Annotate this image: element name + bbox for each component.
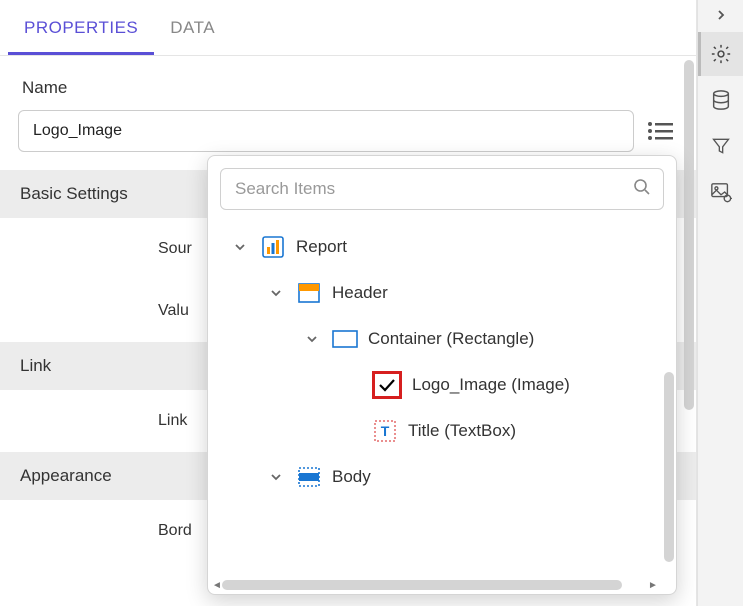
- chevron-down-icon[interactable]: [266, 283, 286, 303]
- header-icon: [296, 281, 322, 305]
- filter-rail-button[interactable]: [698, 124, 743, 168]
- tree-node-header[interactable]: Header: [212, 270, 670, 316]
- tree-node-report[interactable]: Report: [212, 224, 670, 270]
- scroll-right-arrow[interactable]: ►: [646, 578, 660, 592]
- textbox-icon: T: [372, 419, 398, 443]
- tree-label: Logo_Image (Image): [412, 375, 570, 395]
- tree-label: Container (Rectangle): [368, 329, 534, 349]
- search-box: [220, 168, 664, 210]
- data-rail-button[interactable]: [698, 78, 743, 122]
- popup-vertical-scrollbar[interactable]: [664, 372, 674, 562]
- panel-tabs: PROPERTIES DATA: [0, 0, 696, 56]
- name-input[interactable]: [18, 110, 634, 152]
- name-label: Name: [22, 78, 674, 98]
- settings-rail-button[interactable]: [698, 32, 743, 76]
- chevron-down-icon[interactable]: [266, 467, 286, 487]
- tree-node-title[interactable]: T Title (TextBox): [212, 408, 670, 454]
- image-settings-rail-button[interactable]: [698, 170, 743, 214]
- checkmark-selected-icon: [372, 371, 402, 399]
- expand-rail-button[interactable]: [698, 0, 743, 30]
- side-rail: [697, 0, 743, 606]
- svg-text:T: T: [381, 423, 390, 439]
- body-icon: [296, 465, 322, 489]
- item-tree: Report Header Container: [208, 218, 676, 594]
- chevron-down-icon[interactable]: [302, 329, 322, 349]
- popup-horizontal-scrollbar[interactable]: [222, 580, 622, 590]
- tree-label: Title (TextBox): [408, 421, 516, 441]
- name-row: [18, 110, 678, 152]
- search-input[interactable]: [233, 178, 633, 200]
- item-tree-popup: Report Header Container: [207, 155, 677, 595]
- tree-label: Body: [332, 467, 371, 487]
- tree-label: Report: [296, 237, 347, 257]
- tree-node-container[interactable]: Container (Rectangle): [212, 316, 670, 362]
- tab-properties[interactable]: PROPERTIES: [8, 0, 154, 55]
- item-list-button[interactable]: [644, 114, 678, 148]
- tree-node-body[interactable]: Body: [212, 454, 670, 500]
- tab-data[interactable]: DATA: [154, 0, 231, 55]
- tree-node-logo-image[interactable]: Logo_Image (Image): [212, 362, 670, 408]
- report-icon: [260, 235, 286, 259]
- tree-label: Header: [332, 283, 388, 303]
- rectangle-icon: [332, 327, 358, 351]
- panel-scrollbar[interactable]: [684, 60, 694, 410]
- search-icon: [633, 178, 651, 200]
- chevron-down-icon[interactable]: [230, 237, 250, 257]
